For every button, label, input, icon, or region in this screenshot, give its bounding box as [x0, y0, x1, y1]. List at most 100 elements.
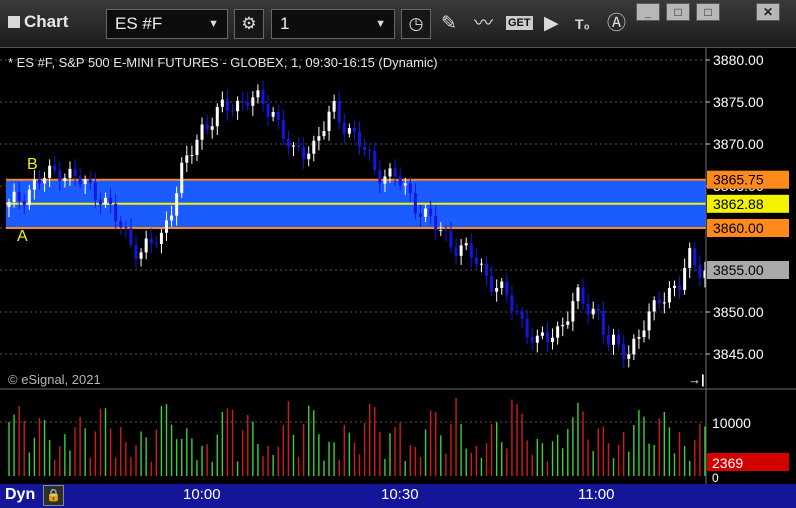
candle-body: [444, 230, 448, 232]
candle: [612, 328, 616, 355]
candle: [672, 280, 676, 297]
candle: [637, 329, 641, 349]
candle-body: [556, 326, 560, 338]
restore-glyph: □: [674, 5, 682, 19]
candle: [454, 237, 458, 265]
get-study-label: GET: [508, 17, 531, 29]
candle: [322, 121, 326, 140]
price-axis-label: 3870.00: [713, 136, 764, 152]
candle: [490, 266, 494, 296]
clock-icon[interactable]: ◷: [401, 9, 431, 39]
app-title: Chart: [8, 12, 68, 32]
text-tool-icon[interactable]: T₀: [575, 11, 590, 37]
candle-body: [170, 215, 174, 221]
candle: [652, 296, 656, 321]
candle-body: [139, 252, 143, 259]
candle-body: [424, 208, 428, 217]
candle: [601, 301, 605, 344]
candle: [510, 285, 514, 321]
minimize-button[interactable]: _: [636, 3, 660, 21]
chevron-down-icon: ▼: [208, 18, 219, 30]
candle-body: [622, 344, 626, 359]
candle-body: [683, 268, 687, 290]
candle-body: [322, 130, 326, 137]
play-icon[interactable]: ▶: [544, 11, 559, 37]
get-study-icon[interactable]: GET: [506, 16, 533, 30]
candle-body: [505, 281, 509, 296]
candle-body: [276, 111, 280, 120]
candle-body: [109, 197, 113, 204]
candle: [622, 334, 626, 368]
candle-body: [63, 177, 67, 182]
restore-button[interactable]: □: [666, 3, 690, 21]
candle: [540, 326, 544, 340]
close-button[interactable]: ✕: [756, 3, 780, 21]
candle-body: [510, 295, 514, 311]
dynamic-mode-label[interactable]: Dyn: [5, 486, 35, 504]
candle-body: [175, 193, 179, 216]
candle-body: [561, 324, 565, 327]
candle-body: [535, 335, 539, 343]
price-markers: 3865.75 3862.88 3860.00 3855.00: [707, 170, 789, 279]
minimize-glyph: _: [644, 5, 652, 19]
candle-body: [566, 321, 570, 325]
candle: [586, 293, 590, 325]
title-toolbar: Chart ES #F ▼ ⚙ 1 ▼ ◷ ✎ 〰 GET ▶ T₀ Ⓐ _ □…: [0, 0, 796, 48]
candle: [241, 91, 245, 112]
candle-body: [479, 263, 483, 265]
candle: [688, 242, 692, 279]
candle-body: [261, 90, 265, 105]
candle-body: [73, 168, 77, 177]
maximize-button[interactable]: □: [696, 3, 720, 21]
price-marker-label: 3865.75: [713, 172, 764, 188]
candle-body: [347, 127, 351, 134]
candle-body: [642, 330, 646, 338]
settings-gear-icon[interactable]: ⚙: [234, 9, 264, 39]
candle: [515, 303, 519, 316]
candle-body: [464, 243, 468, 246]
candle-body: [281, 119, 285, 139]
scroll-to-end-icon[interactable]: →|: [688, 372, 705, 387]
candle-body: [485, 263, 489, 277]
pencil-icon[interactable]: ✎: [441, 11, 457, 37]
candle: [347, 123, 351, 138]
candle: [530, 327, 534, 351]
candle-body: [7, 201, 11, 207]
interval-dropdown[interactable]: 1 ▼: [271, 9, 395, 39]
alert-icon[interactable]: Ⓐ: [607, 11, 626, 37]
candle: [225, 89, 229, 121]
candle: [698, 255, 702, 287]
candle: [632, 334, 636, 361]
line-study-icon[interactable]: 〰: [474, 11, 493, 37]
candle: [327, 105, 331, 141]
candle-body: [114, 203, 118, 222]
candle-body: [307, 153, 311, 160]
candle: [144, 230, 148, 260]
price-axis-label: 3845.00: [713, 346, 764, 362]
lock-icon[interactable]: 🔒: [43, 485, 64, 506]
time-axis-bar: Dyn 🔒 10:00 10:30 11:00: [0, 484, 796, 508]
candle-body: [98, 200, 102, 205]
price-chart[interactable]: * ES #F, S&P 500 E-MINI FUTURES - GLOBEX…: [0, 48, 796, 484]
candle-body: [667, 287, 671, 303]
candle-body: [78, 176, 82, 185]
candle-body: [627, 354, 631, 359]
candle-body: [210, 126, 214, 130]
candle-body: [439, 230, 443, 232]
chart-app-icon: [8, 16, 20, 28]
candle: [236, 96, 240, 120]
candle: [185, 145, 189, 172]
symbol-dropdown[interactable]: ES #F ▼: [106, 9, 228, 39]
candle-body: [225, 99, 229, 111]
candle: [261, 80, 265, 113]
candle: [576, 283, 580, 310]
candle-body: [657, 300, 661, 304]
candle: [581, 278, 585, 311]
candle: [291, 142, 295, 157]
candle-body: [119, 221, 123, 228]
candle: [302, 137, 306, 170]
candle: [469, 233, 473, 268]
candle: [312, 135, 316, 162]
candle: [373, 142, 377, 175]
candle-body: [662, 302, 666, 304]
